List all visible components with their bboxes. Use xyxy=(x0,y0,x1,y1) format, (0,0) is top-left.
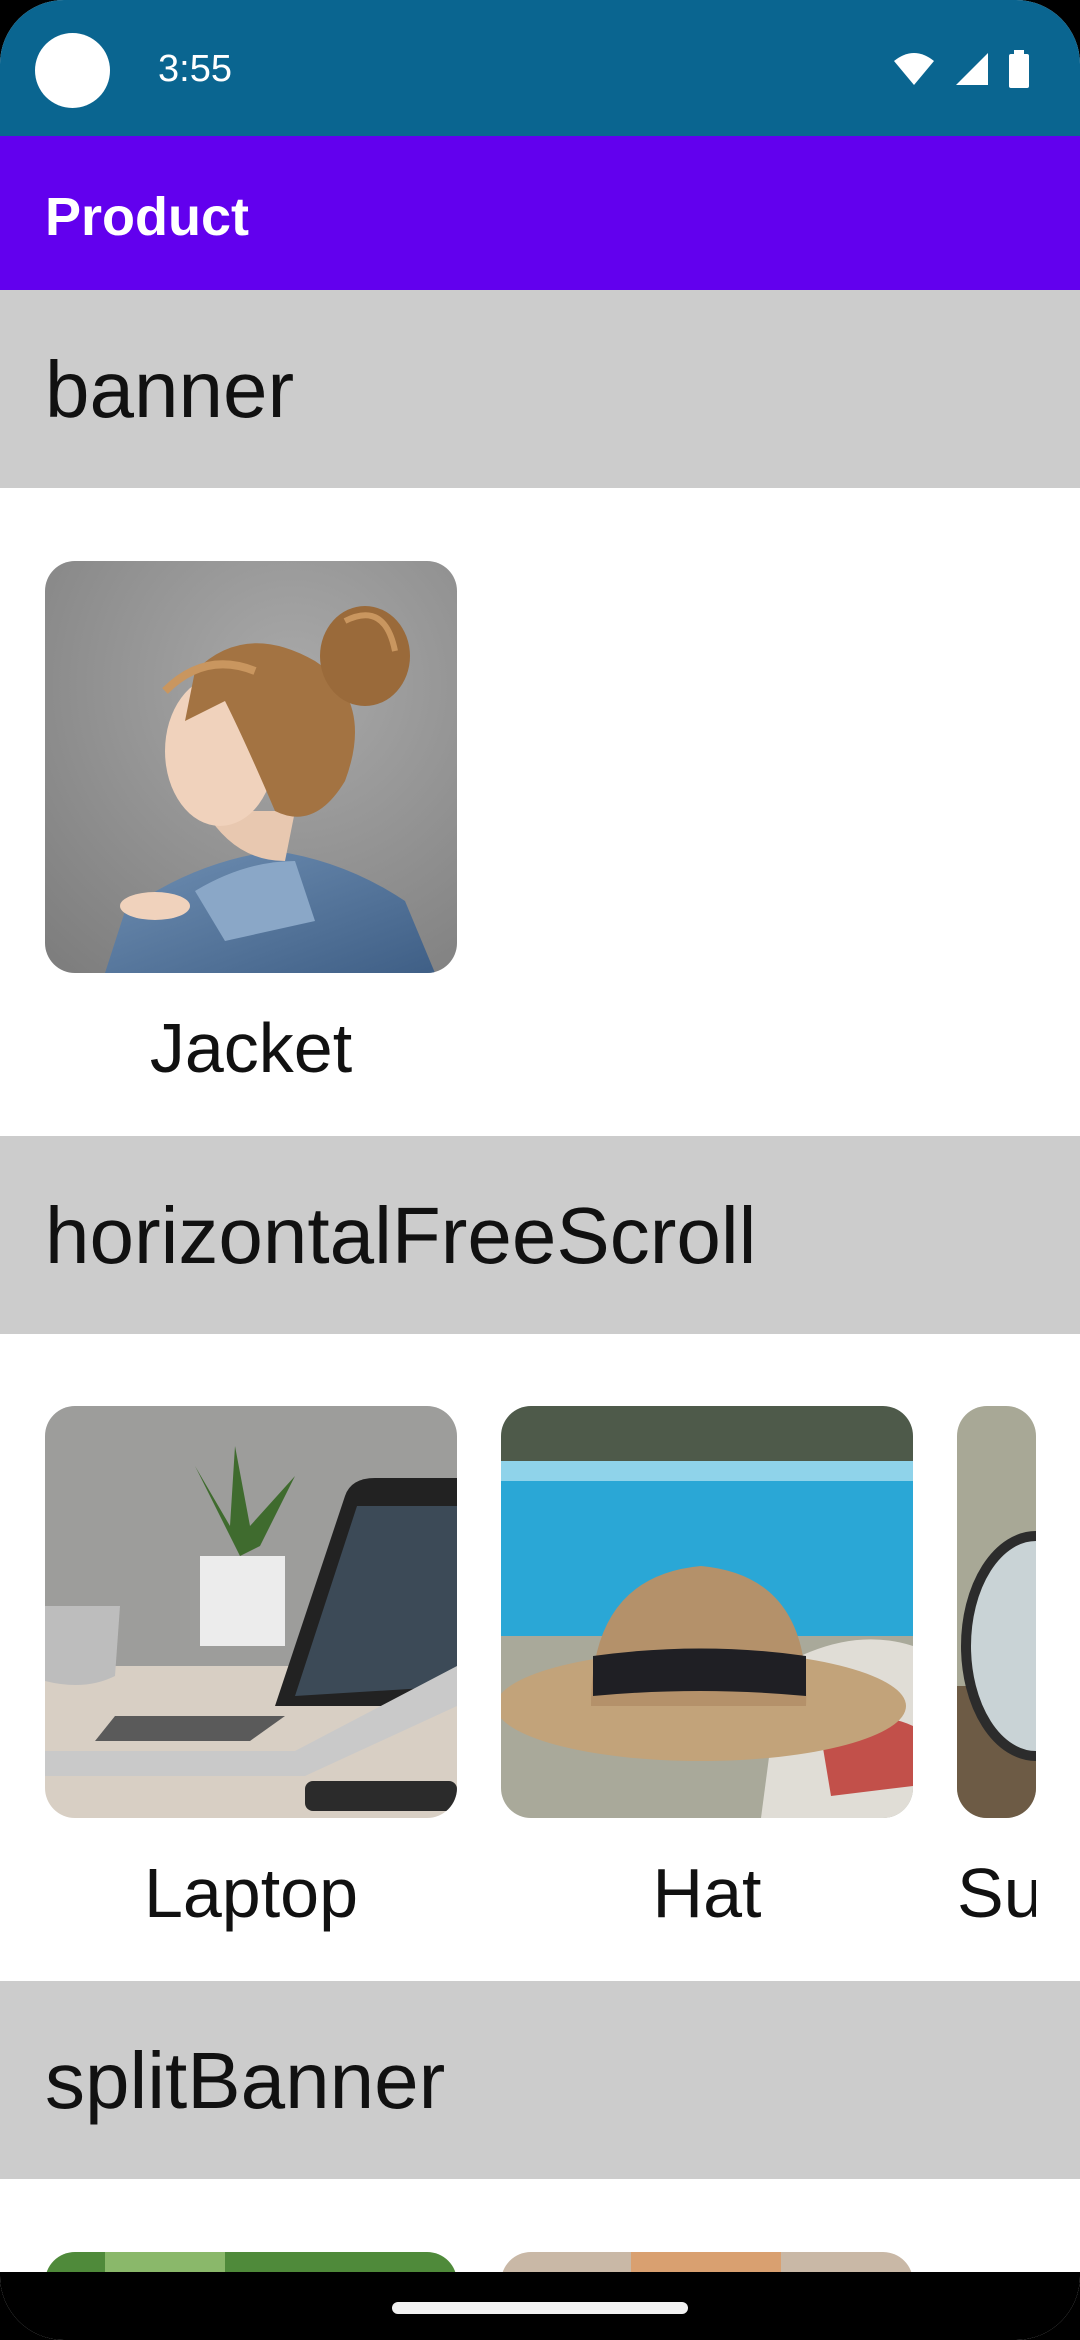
product-label: Su xyxy=(957,1854,1036,1932)
status-time: 3:55 xyxy=(158,48,232,90)
jacket-image xyxy=(45,561,457,973)
section-title: banner xyxy=(45,345,295,434)
product-card-partial[interactable] xyxy=(957,1406,1036,1818)
status-bar: 3:55 xyxy=(0,0,1080,136)
product-card-jacket[interactable] xyxy=(45,561,457,973)
section-title: horizontalFreeScroll xyxy=(45,1191,757,1280)
signal-icon xyxy=(956,53,988,85)
camera-cutout xyxy=(35,33,110,108)
product-card-laptop[interactable] xyxy=(45,1406,457,1818)
product-label: Laptop xyxy=(143,1854,359,1932)
home-gesture-handle[interactable] xyxy=(392,2302,688,2314)
section-header-split-banner: splitBanner xyxy=(0,1981,1080,2179)
app-bar-title: Product xyxy=(45,187,250,247)
hat-image xyxy=(501,1406,913,1818)
laptop-image xyxy=(45,1406,457,1818)
wifi-icon xyxy=(894,53,934,85)
app-bar: Product xyxy=(0,136,1080,290)
section-header-banner: banner xyxy=(0,290,1080,488)
system-icons xyxy=(892,50,1030,88)
section-header-horizontal-free-scroll: horizontalFreeScroll xyxy=(0,1136,1080,1334)
sunglasses-image xyxy=(957,1406,1036,1818)
section-title: splitBanner xyxy=(45,2036,446,2125)
screen: 3:55 Product banner Jacket horizontalFre… xyxy=(0,0,1080,2340)
product-label: Hat xyxy=(652,1854,762,1932)
product-label: Jacket xyxy=(149,1009,353,1087)
battery-icon xyxy=(1009,50,1029,88)
product-card-hat[interactable] xyxy=(501,1406,913,1818)
